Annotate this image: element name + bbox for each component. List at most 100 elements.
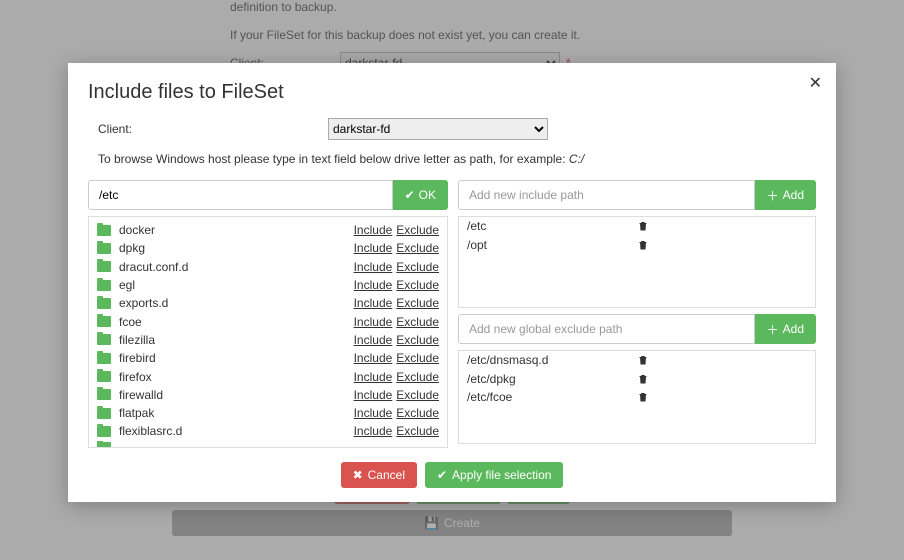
folder-icon	[97, 334, 111, 345]
modal-client-row: Client: darkstar-fd	[98, 118, 816, 140]
file-name: fcoe	[119, 315, 354, 329]
include-link[interactable]: Include	[354, 424, 393, 438]
folder-icon	[97, 298, 111, 309]
folder-icon	[97, 426, 111, 437]
include-link[interactable]: Include	[354, 241, 393, 255]
include-link[interactable]: Include	[354, 388, 393, 402]
exclude-path: /etc/dnsmasq.d	[467, 353, 637, 367]
exclude-link[interactable]: Exclude	[396, 278, 439, 292]
x-icon: ✖	[353, 468, 363, 482]
include-path: /opt	[467, 238, 637, 252]
folder-icon	[97, 408, 111, 419]
modal-cancel-button[interactable]: ✖ Cancel	[341, 462, 417, 488]
exclude-item: /etc/fcoe	[459, 388, 815, 407]
trash-icon[interactable]	[637, 373, 807, 385]
file-row[interactable]: firewalldIncludeExclude	[89, 386, 447, 404]
include-path: /etc	[467, 219, 637, 233]
exclude-link[interactable]: Exclude	[396, 388, 439, 402]
exclude-link[interactable]: Exclude	[396, 241, 439, 255]
include-link[interactable]: Include	[354, 223, 393, 237]
browse-hint: To browse Windows host please type in te…	[98, 152, 816, 166]
path-input[interactable]	[88, 180, 393, 210]
file-name: egl	[119, 278, 354, 292]
exclude-link[interactable]: Exclude	[396, 223, 439, 237]
exclude-path-input[interactable]	[458, 314, 755, 344]
exclude-link[interactable]: Exclude	[396, 406, 439, 420]
exclude-item: /etc/dnsmasq.d	[459, 351, 815, 370]
check-icon: ✔	[405, 188, 415, 202]
folder-icon	[97, 371, 111, 382]
exclude-link[interactable]: Exclude	[396, 370, 439, 384]
exclude-link[interactable]: Exclude	[396, 260, 439, 274]
exclude-list: /etc/dnsmasq.d/etc/dpkg/etc/fcoe	[458, 350, 816, 444]
include-link[interactable]: Include	[354, 406, 393, 420]
exclude-link[interactable]: Exclude	[396, 351, 439, 365]
file-name: dpkg	[119, 241, 354, 255]
path-ok-button[interactable]: ✔ OK	[393, 180, 448, 210]
modal-client-label: Client:	[98, 122, 328, 136]
folder-icon	[97, 225, 111, 236]
file-row[interactable]: flatpakIncludeExclude	[89, 404, 447, 422]
exclude-link[interactable]: Exclude	[396, 296, 439, 310]
file-name: docker	[119, 223, 354, 237]
folder-icon	[97, 280, 111, 291]
file-row[interactable]: eglIncludeExclude	[89, 276, 447, 294]
add-exclude-button[interactable]: ＋ Add	[755, 314, 816, 344]
file-row[interactable]: dracut.conf.dIncludeExclude	[89, 258, 447, 276]
include-path-input[interactable]	[458, 180, 755, 210]
include-link[interactable]: Include	[354, 351, 393, 365]
file-name: flatpak	[119, 406, 354, 420]
file-name: flexiblasrc.d	[119, 424, 354, 438]
file-row[interactable]: exports.dIncludeExclude	[89, 294, 447, 312]
close-icon[interactable]: ✕	[809, 73, 822, 93]
trash-icon[interactable]	[637, 239, 807, 251]
trash-icon[interactable]	[637, 354, 807, 366]
folder-icon	[97, 261, 111, 272]
modal-title: Include files to FileSet	[88, 81, 816, 104]
exclude-link[interactable]: Exclude	[396, 333, 439, 347]
file-row[interactable]: dockerIncludeExclude	[89, 221, 447, 239]
include-link[interactable]: Include	[354, 278, 393, 292]
file-browser[interactable]: dockerIncludeExcludedpkgIncludeExcludedr…	[88, 216, 448, 448]
include-link[interactable]: Include	[354, 296, 393, 310]
trash-icon[interactable]	[637, 391, 807, 403]
folder-icon	[97, 389, 111, 400]
exclude-path: /etc/fcoe	[467, 390, 637, 404]
folder-icon	[97, 353, 111, 364]
exclude-item: /etc/dpkg	[459, 370, 815, 389]
plus-icon: ＋	[767, 187, 779, 204]
include-link[interactable]: Include	[354, 333, 393, 347]
paths-column: ＋ Add /etc/opt ＋ Add /etc/dnsmasq.d/etc/…	[458, 180, 816, 448]
include-link[interactable]: Include	[354, 315, 393, 329]
file-row[interactable]: firefoxIncludeExclude	[89, 367, 447, 385]
include-files-modal: ✕ Include files to FileSet Client: darks…	[68, 63, 836, 502]
file-row[interactable]: filezillaIncludeExclude	[89, 331, 447, 349]
include-link[interactable]: Include	[354, 370, 393, 384]
file-row[interactable]: dpkgIncludeExclude	[89, 239, 447, 257]
exclude-path: /etc/dpkg	[467, 372, 637, 386]
file-name: filezilla	[119, 333, 354, 347]
file-name: dracut.conf.d	[119, 260, 354, 274]
file-row[interactable]: flexiblasrc.dIncludeExclude	[89, 422, 447, 440]
file-name: firewalld	[119, 388, 354, 402]
file-name: firebird	[119, 351, 354, 365]
modal-client-select[interactable]: darkstar-fd	[328, 118, 548, 140]
include-item: /etc	[459, 217, 815, 236]
file-row[interactable]: fcoeIncludeExclude	[89, 312, 447, 330]
folder-icon	[97, 243, 111, 254]
folder-icon	[97, 316, 111, 327]
exclude-link[interactable]: Exclude	[396, 424, 439, 438]
check-icon: ✔	[437, 468, 447, 482]
file-row[interactable]: firebirdIncludeExclude	[89, 349, 447, 367]
browser-column: ✔ OK dockerIncludeExcludedpkgIncludeExcl…	[88, 180, 448, 448]
include-list: /etc/opt	[458, 216, 816, 308]
trash-icon[interactable]	[637, 220, 807, 232]
apply-file-selection-button[interactable]: ✔ Apply file selection	[425, 462, 563, 488]
exclude-link[interactable]: Exclude	[396, 315, 439, 329]
include-link[interactable]: Include	[354, 260, 393, 274]
add-include-button[interactable]: ＋ Add	[755, 180, 816, 210]
include-item: /opt	[459, 236, 815, 255]
file-name: exports.d	[119, 296, 354, 310]
modal-footer: ✖ Cancel ✔ Apply file selection	[88, 462, 816, 488]
file-name: firefox	[119, 370, 354, 384]
